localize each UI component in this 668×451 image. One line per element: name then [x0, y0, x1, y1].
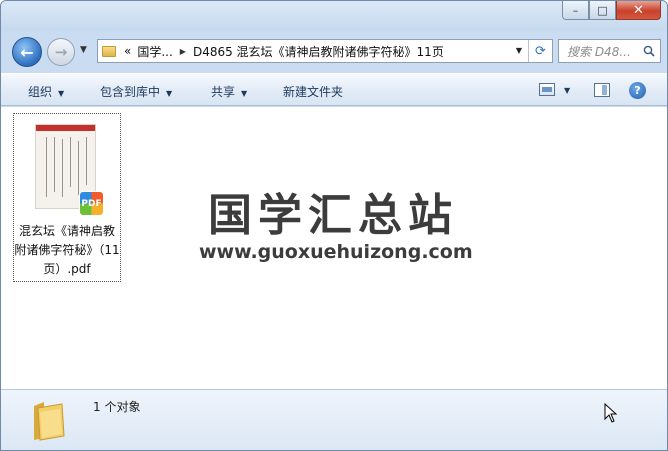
- change-view-icon[interactable]: [539, 83, 555, 96]
- organize-menu[interactable]: 组织 ▼: [28, 83, 64, 100]
- include-in-library-menu[interactable]: 包含到库中 ▼: [100, 83, 172, 100]
- thumbnail-text-column: [70, 137, 71, 187]
- refresh-icon[interactable]: ⟳: [528, 40, 552, 62]
- address-dropdown-icon[interactable]: ▼: [516, 46, 522, 55]
- include-in-library-label: 包含到库中: [100, 85, 161, 99]
- preview-pane-icon[interactable]: [594, 83, 610, 97]
- forward-arrow-icon[interactable]: →: [47, 38, 75, 66]
- title-bar: – □ ✕: [1, 1, 667, 31]
- watermark-title: 国学汇总站: [208, 190, 458, 241]
- watermark-url: www.guoxuehuizong.com: [199, 241, 473, 263]
- details-pane: 1 个对象: [1, 389, 667, 450]
- address-bar[interactable]: « 国学... ▶ D4865 混玄坛《请神启教附诸佛字符秘》11页 ▼ ⟳: [97, 39, 553, 63]
- pdf-file-icon: PDF: [79, 191, 104, 216]
- breadcrumb-parent[interactable]: 国学...: [137, 43, 172, 60]
- chevron-down-icon: ▼: [241, 89, 248, 98]
- file-item[interactable]: PDF 混玄坛《请神启教附诸佛字符秘》（11页）.pdf: [13, 113, 121, 282]
- chevron-down-icon: ▼: [58, 89, 65, 98]
- search-placeholder: 搜索 D48...: [567, 44, 631, 59]
- thumbnail-header-band: [36, 125, 95, 131]
- status-item-count: 1 个对象: [93, 400, 141, 414]
- file-list-area[interactable]: PDF 混玄坛《请神启教附诸佛字符秘》（11页）.pdf 国学汇总站 www.g…: [1, 107, 667, 389]
- back-arrow-icon[interactable]: ←: [12, 37, 42, 67]
- breadcrumb-overflow[interactable]: «: [124, 44, 131, 58]
- thumbnail-text-column: [86, 137, 87, 185]
- chevron-down-icon: ▼: [166, 89, 173, 98]
- close-button[interactable]: ✕: [616, 1, 661, 20]
- help-icon[interactable]: ?: [629, 82, 646, 99]
- thumbnail-text-column: [46, 137, 47, 197]
- maximize-button[interactable]: □: [589, 1, 616, 20]
- minimize-button[interactable]: –: [562, 1, 589, 20]
- share-menu[interactable]: 共享 ▼: [211, 83, 247, 100]
- explorer-window: – □ ✕ ← → ▼ « 国学... ▶ D4865 混玄坛《请神启教附诸佛字…: [0, 0, 668, 451]
- view-options-dropdown-icon[interactable]: ▼: [564, 86, 570, 95]
- recent-pages-dropdown-icon[interactable]: ▼: [80, 45, 87, 55]
- navigation-bar: ← → ▼ « 国学... ▶ D4865 混玄坛《请神启教附诸佛字符秘》11页…: [1, 33, 667, 69]
- organize-label: 组织: [28, 85, 53, 99]
- caption-buttons: – □ ✕: [562, 1, 661, 20]
- search-input[interactable]: 搜索 D48...: [558, 39, 661, 63]
- command-bar: 组织 ▼ 包含到库中 ▼ 共享 ▼ 新建文件夹 ▼ ?: [1, 73, 667, 106]
- thumbnail-text-column: [78, 141, 79, 195]
- thumbnail-text-column: [54, 137, 55, 192]
- mouse-cursor-icon: [604, 403, 618, 423]
- folder-icon: [34, 402, 65, 441]
- share-label: 共享: [211, 85, 236, 99]
- thumbnail-text-column: [62, 139, 63, 197]
- search-icon[interactable]: [643, 45, 655, 57]
- breadcrumb-separator-icon[interactable]: ▶: [180, 47, 186, 56]
- file-name-label: 混玄坛《请神启教附诸佛字符秘》（11页）.pdf: [14, 224, 120, 276]
- new-folder-button[interactable]: 新建文件夹: [283, 83, 343, 100]
- new-folder-label: 新建文件夹: [283, 85, 344, 99]
- breadcrumb-current[interactable]: D4865 混玄坛《请神启教附诸佛字符秘》11页: [193, 43, 444, 60]
- folder-icon: [102, 45, 116, 57]
